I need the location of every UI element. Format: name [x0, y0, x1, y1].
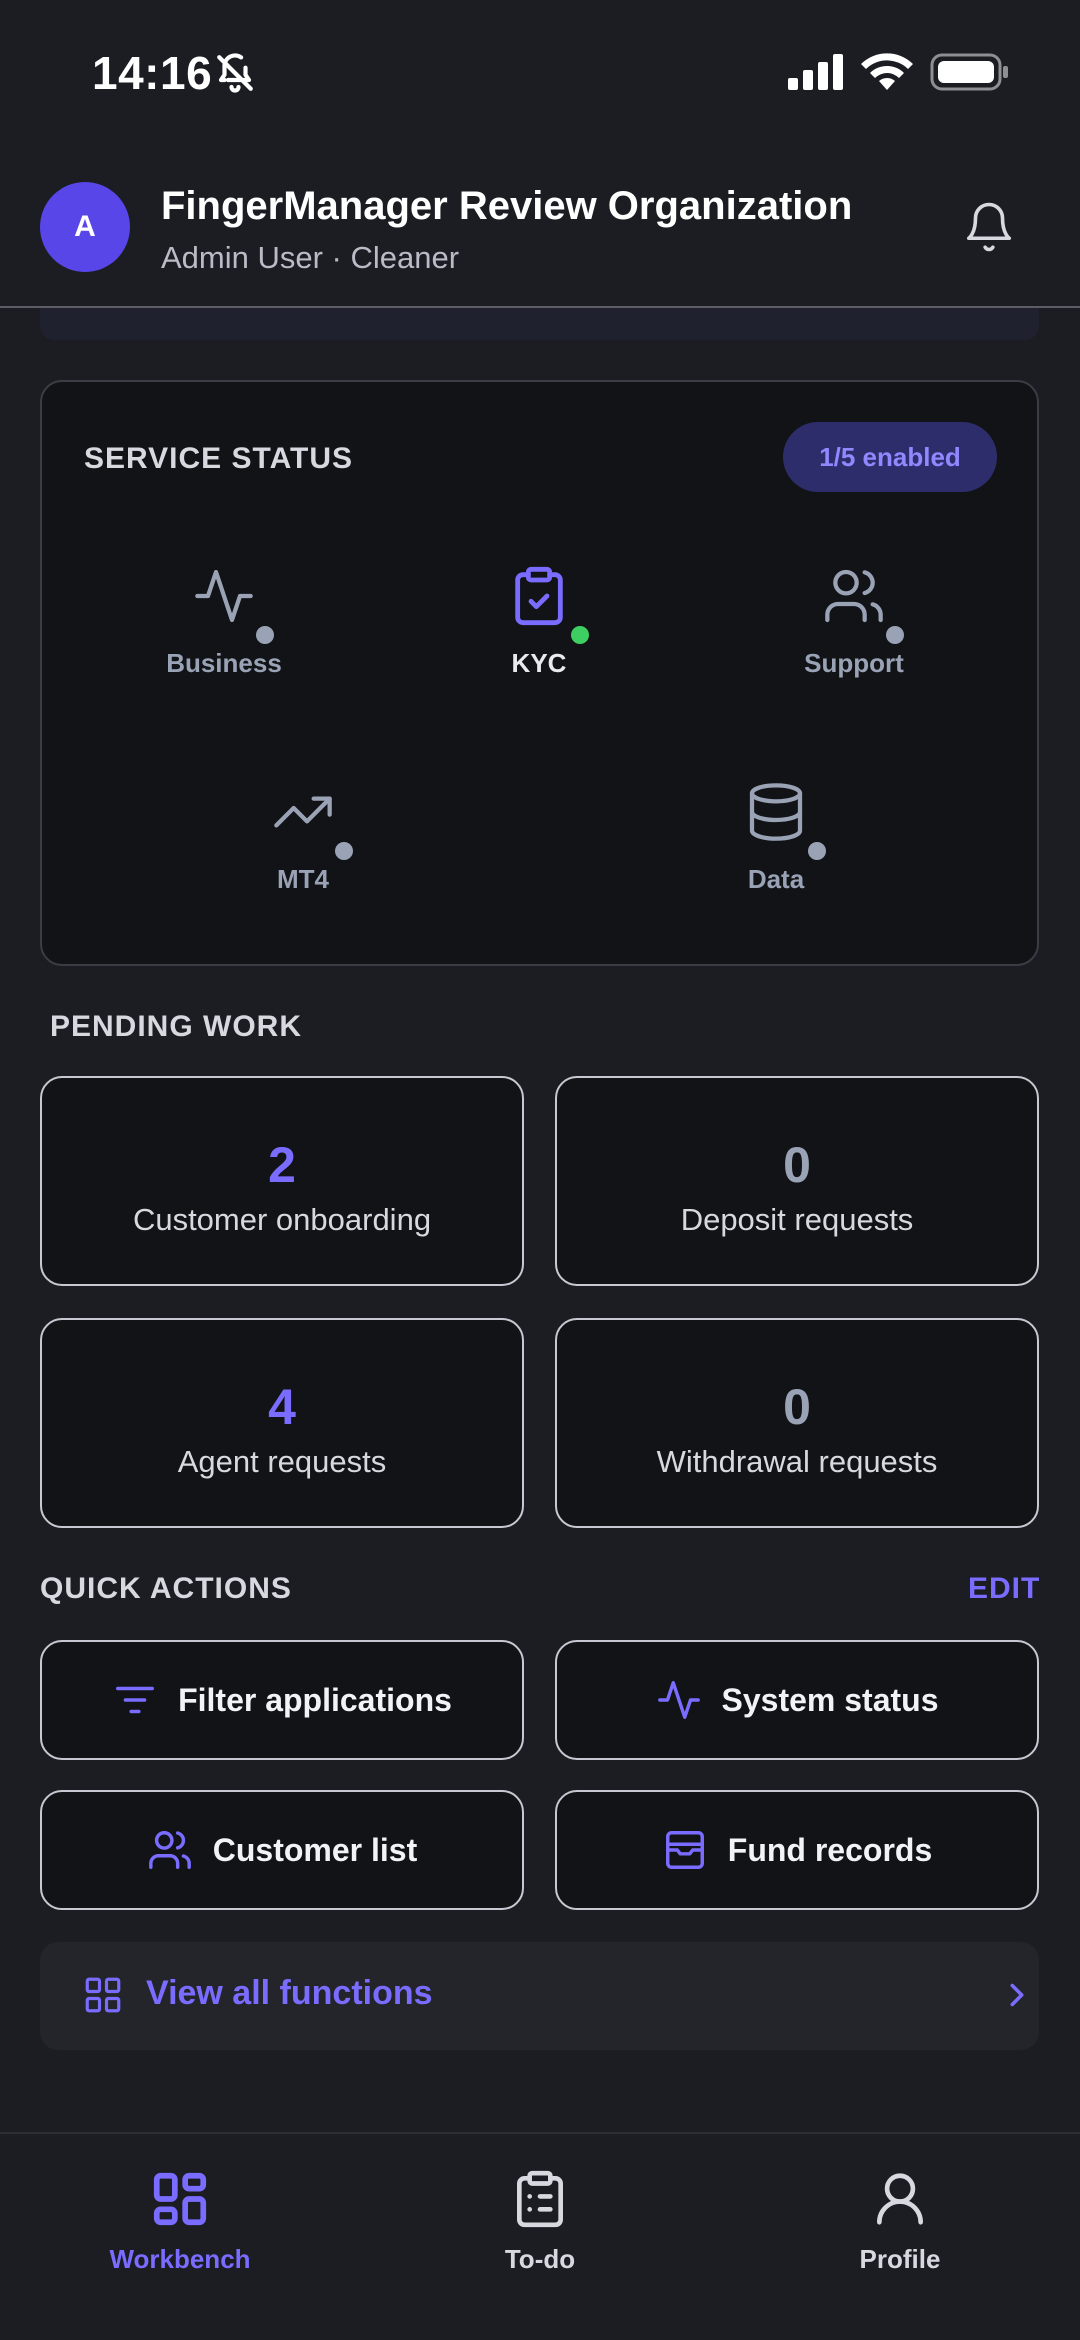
pending-count: 4: [268, 1379, 296, 1435]
status-time: 14:16: [92, 47, 213, 99]
battery-icon: [930, 53, 1008, 91]
status-dot: [571, 626, 589, 644]
trending-up-icon: [274, 796, 332, 828]
service-support[interactable]: Support: [744, 564, 964, 679]
status-dot: [886, 626, 904, 644]
service-kyc[interactable]: KYC: [429, 564, 649, 679]
pending-work-title: PENDING WORK: [50, 1010, 302, 1043]
service-label: Data: [747, 864, 805, 894]
bell-muted-icon: [217, 53, 253, 93]
view-all-functions-button[interactable]: View all functions: [40, 1942, 1039, 2050]
activity-icon: [195, 569, 253, 623]
service-label: Business: [166, 648, 282, 678]
edit-quick-actions-button[interactable]: EDIT: [968, 1572, 1040, 1606]
cellular-signal-icon: [788, 54, 843, 90]
system-status-button[interactable]: System status: [555, 1640, 1039, 1760]
pending-customer-onboarding[interactable]: 2 Customer onboarding: [40, 1076, 524, 1286]
tab-workbench[interactable]: Workbench: [60, 2168, 300, 2275]
clipboard-check-icon: [515, 566, 563, 626]
action-label: Customer list: [212, 1831, 418, 1868]
pending-withdrawal-requests[interactable]: 0 Withdrawal requests: [555, 1318, 1039, 1528]
pending-count: 0: [783, 1379, 811, 1435]
grid-icon: [85, 1977, 121, 2013]
tab-todo[interactable]: To-do: [420, 2168, 660, 2275]
pending-label: Customer onboarding: [132, 1202, 432, 1237]
action-label: System status: [721, 1681, 939, 1718]
action-label: Fund records: [727, 1831, 933, 1868]
grid-icon: [153, 2172, 207, 2226]
pending-count: 2: [268, 1137, 296, 1193]
tab-label: To-do: [504, 2244, 576, 2274]
filter-applications-button[interactable]: Filter applications: [40, 1640, 524, 1760]
database-icon: [749, 783, 803, 841]
clipboard-list-icon: [517, 2170, 563, 2228]
tab-bar-divider: [0, 2132, 1080, 2134]
service-label: MT4: [277, 864, 329, 894]
service-business[interactable]: Business: [114, 564, 334, 679]
status-dot: [808, 842, 826, 860]
users-icon: [825, 569, 883, 623]
fund-records-button[interactable]: Fund records: [555, 1790, 1039, 1910]
service-label: Support: [804, 648, 904, 678]
avatar-letter: A: [74, 210, 96, 243]
service-label: KYC: [511, 648, 567, 678]
pending-count: 0: [783, 1137, 811, 1193]
chevron-right-icon: [1010, 1983, 1024, 2007]
organization-name: FingerManager Review Organization: [161, 184, 853, 228]
pending-deposit-requests[interactable]: 0 Deposit requests: [555, 1076, 1039, 1286]
tab-profile[interactable]: Profile: [780, 2168, 1020, 2275]
service-status-title: SERVICE STATUS: [84, 442, 354, 475]
enabled-count-text: 1/5 enabled: [819, 441, 961, 472]
user-icon: [877, 2173, 923, 2225]
status-dot: [256, 626, 274, 644]
users-icon: [148, 1831, 191, 1869]
pending-label: Agent requests: [177, 1444, 387, 1479]
wifi-icon: [861, 53, 913, 90]
action-label: Filter applications: [178, 1681, 452, 1718]
quick-actions-title: QUICK ACTIONS: [40, 1572, 292, 1605]
status-dot: [335, 842, 353, 860]
customer-list-button[interactable]: Customer list: [40, 1790, 524, 1910]
service-mt4[interactable]: MT4: [193, 780, 413, 895]
notification-bell-icon[interactable]: [962, 200, 1016, 254]
pending-label: Withdrawal requests: [656, 1444, 938, 1479]
user-role: Admin User · Cleaner: [161, 240, 460, 275]
scrolled-content-edge: [40, 308, 1039, 340]
tab-label: Profile: [859, 2244, 941, 2274]
pending-agent-requests[interactable]: 4 Agent requests: [40, 1318, 524, 1528]
service-data[interactable]: Data: [666, 780, 886, 895]
archive-icon: [665, 1831, 704, 1869]
activity-icon: [657, 1681, 700, 1719]
filter-icon: [116, 1686, 155, 1714]
avatar[interactable]: A: [40, 182, 130, 272]
pending-label: Deposit requests: [680, 1202, 914, 1237]
tab-label: Workbench: [109, 2244, 251, 2274]
enabled-count-badge: 1/5 enabled: [783, 422, 997, 492]
view-all-label: View all functions: [146, 1974, 433, 2012]
